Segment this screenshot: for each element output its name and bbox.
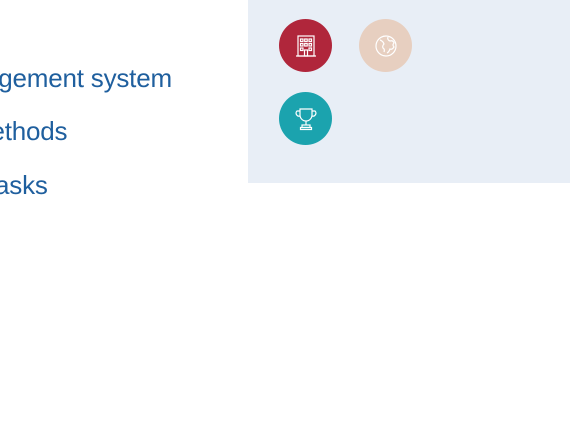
list-item: methods xyxy=(0,116,98,146)
trophy-icon xyxy=(279,92,332,145)
building-icon xyxy=(279,19,332,72)
icon-panel xyxy=(248,0,570,183)
list-item: tasks xyxy=(0,170,60,200)
bullet-list: management system methods tasks xyxy=(0,0,248,210)
list-item-label: tasks xyxy=(0,170,48,200)
list-item-label: management system xyxy=(0,63,172,93)
list-item: management system xyxy=(0,63,238,93)
globe-icon xyxy=(359,19,412,72)
list-item-label: methods xyxy=(0,116,68,146)
